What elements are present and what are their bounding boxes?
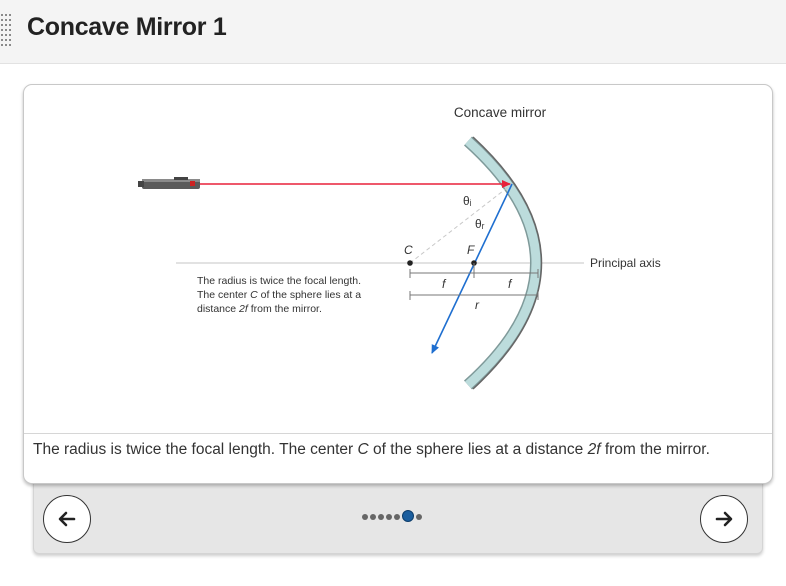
caption-divider [24,433,772,434]
header: Concave Mirror 1 [0,0,786,64]
step-dot[interactable] [378,514,384,520]
step-dot-active[interactable] [402,510,414,522]
caption-text-3: from the mirror. [600,441,710,458]
diagram-note-line3: distance 2f from the mirror. [197,303,322,315]
next-button[interactable] [700,495,748,543]
caption-text-2: of the sphere lies at a distance [368,441,588,458]
step-dot[interactable] [416,514,422,520]
caption-2f: 2f [587,441,601,458]
slide-caption: The radius is twice the focal length. Th… [33,441,763,459]
page-title: Concave Mirror 1 [27,13,227,41]
step-dot[interactable] [386,514,392,520]
arrow-right-icon [715,511,733,527]
laser-pointer [138,177,200,189]
mirror-label: Concave mirror [454,105,547,120]
drag-handle-icon[interactable] [0,14,12,46]
step-dot[interactable] [394,514,400,520]
step-dot[interactable] [370,514,376,520]
principal-axis-label: Principal axis [590,256,661,270]
diagram-note-line1: The radius is twice the focal length. [197,275,361,287]
arrow-left-icon [58,511,76,527]
slide-card: Concave mirror Principal axis θᵢ θᵣ C F [23,84,773,484]
step-indicator [362,510,434,524]
reflected-ray [431,183,513,354]
focal-label: F [467,243,475,257]
center-label: C [404,243,413,257]
diagram-note-line2: The center C of the sphere lies at a [197,289,361,301]
r-label: r [475,298,480,312]
angle-reflection-label: θᵣ [475,217,485,231]
step-dot[interactable] [362,514,368,520]
caption-c: C [357,441,369,458]
radius-line [409,183,513,264]
f-label-right: f [508,277,513,291]
concave-mirror-diagram: Concave mirror Principal axis θᵢ θᵣ C F [138,105,661,390]
caption-text-1: The radius is twice the focal length. Th… [33,441,358,458]
previous-button[interactable] [43,495,91,543]
center-point [407,260,413,266]
angle-incidence-label: θᵢ [463,194,472,208]
f-label-left: f [442,277,447,291]
